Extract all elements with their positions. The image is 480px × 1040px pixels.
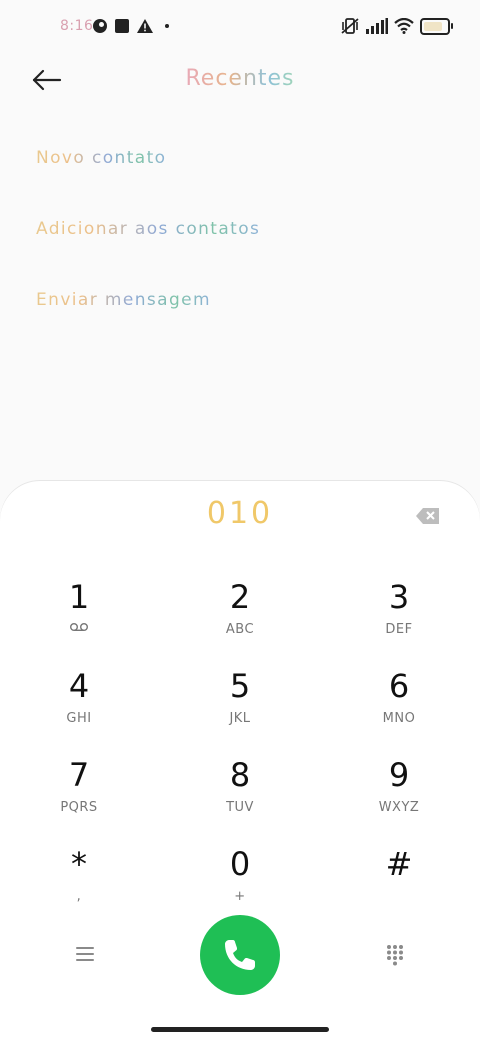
battery-icon [420, 17, 453, 35]
key-letters: GHI [66, 711, 92, 726]
wifi-icon [394, 18, 414, 34]
key-2[interactable]: 2 ABC [180, 578, 300, 648]
add-to-contacts-link[interactable]: Adicionar aos contatos [36, 219, 260, 239]
status-time: 8:16 [60, 18, 94, 34]
key-letters: JKL [229, 711, 251, 726]
key-digit: 6 [388, 667, 410, 705]
new-contact-link[interactable]: Novo contato [36, 148, 166, 168]
key-digit: 7 [68, 756, 90, 794]
key-digit: 1 [68, 578, 90, 616]
key-letters: + [234, 889, 246, 904]
key-digit: # [385, 845, 413, 883]
key-4[interactable]: 4 GHI [19, 667, 139, 737]
home-indicator[interactable] [151, 1027, 329, 1032]
square-notification-icon [115, 19, 129, 33]
voicemail-icon [70, 623, 88, 632]
key-0[interactable]: 0 + [180, 845, 300, 915]
call-button[interactable] [200, 915, 280, 995]
key-letters: TUV [226, 800, 254, 815]
menu-icon[interactable] [74, 945, 96, 963]
key-digit: 8 [229, 756, 251, 794]
warning-icon [137, 19, 153, 33]
key-letters: , [76, 889, 82, 904]
key-7[interactable]: 7 PQRS [19, 756, 139, 826]
key-letters: ABC [225, 622, 255, 637]
key-digit: 9 [388, 756, 410, 794]
more-dot-icon [165, 24, 169, 28]
key-letters: WXYZ [378, 800, 420, 815]
page-title: Recentes [0, 66, 480, 91]
key-digit: 5 [229, 667, 251, 705]
key-digit: 3 [388, 578, 410, 616]
status-right-icons [340, 17, 453, 35]
key-letters: DEF [385, 622, 413, 637]
key-letters: PQRS [60, 800, 98, 815]
key-digit: * [71, 845, 87, 883]
key-digit: 0 [229, 845, 251, 883]
page-title-text: Recentes [185, 66, 295, 91]
status-left-icons [93, 19, 169, 33]
key-3[interactable]: 3 DEF [339, 578, 459, 648]
app-notification-icon [93, 19, 107, 33]
key-6[interactable]: 6 MNO [339, 667, 459, 737]
key-letters: MNO [382, 711, 416, 726]
vibrate-off-icon [341, 18, 359, 34]
key-digit: 4 [68, 667, 90, 705]
key-1[interactable]: 1 [19, 578, 139, 648]
key-digit: 2 [229, 578, 251, 616]
dialed-number[interactable]: 010 [0, 496, 480, 531]
key-8[interactable]: 8 TUV [180, 756, 300, 826]
key-9[interactable]: 9 WXYZ [339, 756, 459, 826]
key-hash[interactable]: # [339, 845, 459, 915]
send-message-link[interactable]: Enviar mensagem [36, 290, 211, 310]
dialpad-icon[interactable] [385, 944, 405, 966]
phone-icon [225, 940, 255, 970]
key-star[interactable]: * , [19, 845, 139, 915]
signal-icon [366, 18, 388, 34]
key-5[interactable]: 5 JKL [180, 667, 300, 737]
backspace-icon[interactable] [416, 507, 440, 525]
status-bar: 8:16 [0, 0, 480, 56]
